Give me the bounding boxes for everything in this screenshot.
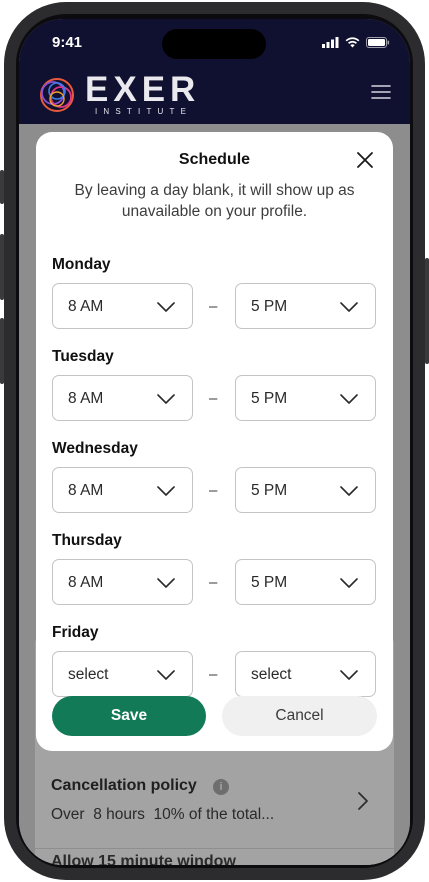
status-icons (322, 36, 390, 48)
close-button[interactable] (356, 151, 374, 169)
battery-icon (366, 36, 390, 48)
modal-title: Schedule (178, 151, 251, 168)
brand-subtitle: INSTITUTE (95, 107, 193, 116)
save-button[interactable]: Save (52, 696, 206, 736)
app-header: EXER INSTITUTE (19, 67, 410, 124)
info-icon[interactable]: i (213, 779, 229, 795)
day-label-tuesday: Tuesday (52, 348, 114, 365)
side-button (0, 234, 4, 300)
time-range-separator: – (209, 666, 218, 683)
tuesday-start-select[interactable]: 8 AM (52, 375, 193, 421)
day-label-wednesday: Wednesday (52, 440, 138, 457)
day-label-thursday: Thursday (52, 532, 122, 549)
side-button (425, 258, 429, 364)
cancellation-policy-summary: Over 8 hours 10% of the total... (51, 806, 275, 823)
chevron-down-icon (157, 394, 175, 404)
side-button (0, 318, 4, 384)
wednesday-end-select[interactable]: 5 PM (235, 467, 376, 513)
monday-end-select[interactable]: 5 PM (235, 283, 376, 329)
side-button (0, 170, 4, 204)
dynamic-island (162, 29, 266, 59)
select-value: select (68, 666, 109, 683)
thursday-start-select[interactable]: 8 AM (52, 559, 193, 605)
modal-description: By leaving a day blank, it will show up … (74, 182, 355, 220)
chevron-down-icon (157, 670, 175, 680)
select-value: 5 PM (251, 574, 288, 591)
monday-start-select[interactable]: 8 AM (52, 283, 193, 329)
friday-end-select[interactable]: select (235, 651, 376, 697)
select-value: 8 AM (68, 298, 104, 315)
chevron-down-icon (340, 578, 358, 588)
chevron-down-icon (340, 670, 358, 680)
time-range-separator: – (209, 574, 218, 591)
logo-mark-icon (40, 77, 74, 112)
brand-text: EXER INSTITUTE (85, 70, 201, 116)
signal-icon (322, 36, 339, 48)
time-range-separator: – (209, 298, 218, 315)
day-label-friday: Friday (52, 624, 99, 641)
select-value: 5 PM (251, 298, 288, 315)
cancellation-policy-title: Cancellation policy (51, 777, 197, 794)
next-row-title: Allow 15 minute window (51, 853, 236, 865)
chevron-down-icon (340, 302, 358, 312)
select-value: 8 AM (68, 390, 104, 407)
time-range-separator: – (209, 390, 218, 407)
time-range-separator: – (209, 482, 218, 499)
screen: 9:41 EXER INSTITUTE Cancellation policy … (19, 19, 410, 865)
menu-button[interactable] (371, 84, 391, 100)
tuesday-end-select[interactable]: 5 PM (235, 375, 376, 421)
chevron-down-icon (157, 578, 175, 588)
status-bar: 9:41 (19, 19, 410, 67)
brand-logo[interactable]: EXER INSTITUTE (37, 70, 201, 116)
brand-name: EXER (85, 70, 201, 109)
chevron-right-icon[interactable] (357, 791, 369, 811)
select-value: 5 PM (251, 390, 288, 407)
select-value: select (251, 666, 292, 683)
chevron-down-icon (340, 394, 358, 404)
select-value: 8 AM (68, 482, 104, 499)
day-label-monday: Monday (52, 256, 111, 273)
select-value: 5 PM (251, 482, 288, 499)
wednesday-start-select[interactable]: 8 AM (52, 467, 193, 513)
friday-start-select[interactable]: select (52, 651, 193, 697)
hamburger-menu-icon (371, 85, 391, 99)
close-icon (357, 152, 373, 168)
chevron-down-icon (340, 486, 358, 496)
select-value: 8 AM (68, 574, 104, 591)
chevron-down-icon (157, 486, 175, 496)
divider (35, 848, 394, 849)
cancel-button[interactable]: Cancel (222, 696, 377, 736)
status-time: 9:41 (52, 34, 83, 51)
wifi-icon (345, 36, 360, 47)
thursday-end-select[interactable]: 5 PM (235, 559, 376, 605)
schedule-modal: Schedule By leaving a day blank, it will… (36, 132, 393, 751)
chevron-down-icon (157, 302, 175, 312)
